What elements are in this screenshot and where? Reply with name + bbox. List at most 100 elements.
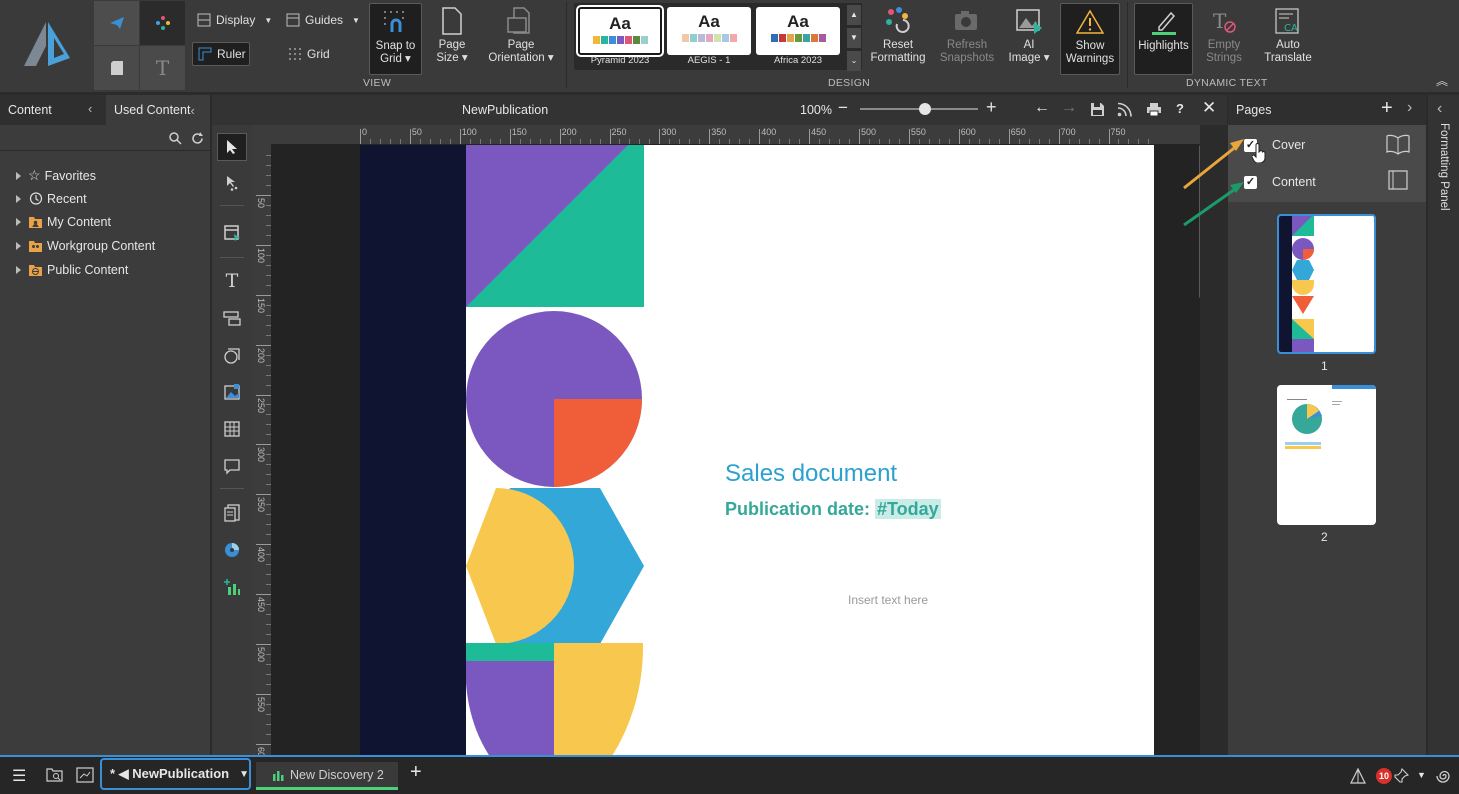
page-orientation-button[interactable]: Page Orientation ▾ — [485, 3, 557, 65]
today-token[interactable]: #Today — [875, 499, 941, 519]
zoom-in-icon[interactable]: + — [986, 97, 997, 118]
select-tool[interactable] — [217, 133, 247, 161]
tree-item-my-content[interactable]: My Content — [16, 215, 111, 229]
tab-used-content[interactable]: Used Content ‹ — [106, 95, 210, 125]
chart-tool[interactable] — [217, 536, 247, 564]
tree-item-recent[interactable]: Recent — [16, 191, 87, 206]
publication-date[interactable]: Publication date: #Today — [725, 499, 941, 520]
help-icon[interactable]: ? — [1176, 101, 1184, 116]
rss-icon[interactable] — [1117, 102, 1132, 117]
theme-scroll-up[interactable]: ▲ — [847, 5, 861, 25]
new-discovery-tool[interactable] — [217, 573, 247, 601]
chevron-down-icon[interactable]: ▼ — [239, 769, 249, 780]
text-placeholder[interactable]: Insert text here — [848, 593, 928, 607]
menu-icon[interactable]: ☰ — [12, 766, 26, 786]
notification-badge[interactable]: 10 — [1376, 768, 1392, 784]
add-tab-icon[interactable]: + — [410, 761, 422, 784]
ruler-toggle[interactable]: Ruler — [192, 42, 250, 66]
chevron-left-icon[interactable]: ‹ — [1437, 100, 1442, 118]
chevron-down-icon: ▼ — [352, 15, 360, 25]
ai-image-button[interactable]: AI Image ▾ — [1005, 3, 1053, 65]
table-tool[interactable] — [217, 415, 247, 443]
page-mode-button[interactable] — [94, 46, 139, 90]
show-warnings-button[interactable]: Show Warnings — [1060, 3, 1120, 75]
expand-arrow-icon[interactable] — [16, 266, 21, 274]
theme-color-swatch — [802, 34, 810, 42]
theme-pyramid-2023[interactable]: Aa — [576, 5, 664, 57]
ruler-tick — [256, 344, 271, 346]
publication-page[interactable]: Sales document Publication date: #Today … — [360, 145, 1154, 755]
add-page-icon[interactable]: + — [1381, 97, 1393, 120]
text-mode-button[interactable]: T — [140, 46, 185, 90]
expand-arrow-icon[interactable] — [16, 194, 21, 203]
present-icon[interactable] — [76, 767, 94, 783]
close-icon[interactable]: ✕ — [1202, 98, 1216, 118]
publication-mode-button[interactable] — [94, 1, 139, 45]
snap-to-grid-button[interactable]: Snap to Grid ▾ — [369, 3, 422, 75]
theme-color-swatch — [689, 34, 697, 42]
print-icon[interactable] — [1146, 102, 1162, 117]
chevron-left-icon[interactable]: ‹ — [88, 101, 92, 116]
chevron-right-icon[interactable]: › — [1407, 99, 1412, 117]
page-size-label-1: Page — [438, 39, 466, 51]
direct-select-tool[interactable] — [217, 169, 247, 197]
zoom-slider-thumb[interactable] — [918, 103, 931, 115]
theme-more[interactable]: ⌄ — [847, 51, 861, 71]
ruler-tick-label: 200 — [561, 127, 577, 137]
document-title[interactable]: Sales document — [725, 460, 897, 488]
book-icon[interactable] — [1385, 169, 1411, 191]
guides-button[interactable]: Guides ▼ — [286, 13, 360, 27]
tab-content[interactable]: Content ‹ — [0, 95, 106, 125]
tree-item-public-content[interactable]: Public Content — [16, 263, 128, 277]
reset-formatting-button[interactable]: Reset Formatting — [868, 3, 928, 65]
theme-aegis-1[interactable]: Aa — [667, 7, 751, 55]
auto-translate-button[interactable]: CA Auto Translate — [1258, 3, 1318, 65]
empty-strings-button[interactable]: T Empty Strings — [1200, 3, 1248, 65]
chevron-left-icon[interactable]: ‹ — [190, 103, 194, 118]
cover-navy-band — [360, 145, 466, 755]
content-tool[interactable] — [217, 499, 247, 527]
text-tool[interactable]: T — [217, 267, 247, 295]
image-tool[interactable] — [217, 378, 247, 406]
discovery-mode-button[interactable] — [140, 1, 185, 45]
formatting-panel-tab[interactable]: ‹ Formatting Panel — [1428, 95, 1459, 755]
tree-item-favorites[interactable]: ☆ Favorites — [16, 167, 96, 184]
page-thumbnail-1[interactable] — [1277, 214, 1376, 354]
grid-toggle[interactable]: Grid — [288, 47, 330, 61]
theme-color-swatch — [721, 34, 729, 42]
expand-arrow-icon[interactable] — [16, 242, 21, 250]
page-thumbnail-2[interactable] — [1277, 385, 1376, 525]
ai-image-icon — [1014, 3, 1044, 39]
shape-tool[interactable] — [217, 341, 247, 369]
app-logo[interactable] — [0, 0, 93, 92]
tab-newpublication[interactable]: * ◀ NewPublication ▼ — [100, 758, 251, 790]
display-button[interactable]: Display ▼ — [197, 13, 272, 27]
search-icon[interactable] — [169, 132, 182, 145]
back-arrow-icon[interactable]: ← — [1034, 99, 1050, 117]
folder-search-icon[interactable] — [46, 767, 64, 783]
theme-scroll-down[interactable]: ▼ — [847, 28, 861, 48]
expand-arrow-icon[interactable] — [16, 218, 21, 226]
layout-tool[interactable] — [217, 219, 247, 247]
page-size-button[interactable]: Page Size ▾ — [430, 3, 474, 65]
save-icon[interactable] — [1090, 102, 1105, 117]
zoom-out-icon[interactable]: − — [838, 98, 848, 118]
highlights-button[interactable]: Highlights — [1134, 3, 1193, 75]
refresh-snapshots-button[interactable]: Refresh Snapshots — [937, 3, 997, 65]
forward-arrow-icon[interactable]: → — [1061, 99, 1077, 117]
theme-africa-2023[interactable]: Aa — [756, 7, 840, 55]
chevron-down-icon[interactable]: ▼ — [1417, 770, 1426, 780]
expand-arrow-icon[interactable] — [16, 171, 21, 180]
pin-icon[interactable] — [1393, 768, 1409, 784]
comment-tool[interactable] — [217, 452, 247, 480]
tab-new-discovery-2[interactable]: New Discovery 2 — [256, 762, 398, 790]
open-book-icon[interactable] — [1385, 133, 1411, 155]
refresh-icon[interactable] — [191, 132, 204, 145]
pointer-dots-icon — [227, 176, 238, 191]
spiral-icon[interactable] — [1435, 768, 1451, 784]
ruler-tick — [609, 129, 611, 144]
dynamic-text-tool[interactable] — [217, 304, 247, 332]
collapse-ribbon-icon[interactable]: ︽ — [1436, 72, 1448, 89]
tree-item-workgroup-content[interactable]: Workgroup Content — [16, 239, 155, 253]
pyramid-icon[interactable] — [1350, 768, 1366, 784]
